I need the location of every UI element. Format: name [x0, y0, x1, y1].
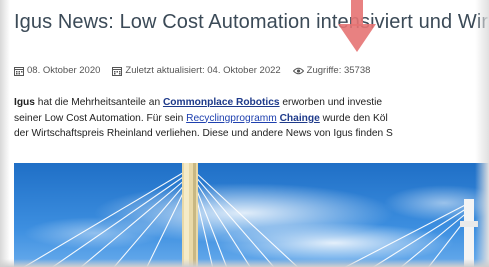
article-title: Igus News: Low Cost Automation intensivi… — [14, 11, 489, 33]
intro-text: wurde den Köl — [319, 112, 388, 124]
intro-text: hat die Mehrheitsanteile an — [34, 97, 163, 108]
company-name: Igus — [14, 97, 35, 108]
view-count-text: Zugriffe: 35738 — [306, 65, 371, 76]
updated-date: Zuletzt aktualisiert: 04. Oktober 2022 — [112, 65, 281, 76]
recyclingprogramm-link[interactable]: Recyclingprogramm — [186, 113, 277, 124]
shadow-edge — [0, 259, 489, 267]
shadow-edge — [0, 0, 10, 267]
eye-icon — [292, 67, 304, 74]
article-image — [14, 163, 489, 267]
intro-text: erworben und investie — [279, 97, 383, 108]
commonplace-robotics-link[interactable]: Commonplace Robotics — [163, 97, 280, 108]
intro-text: der Wirtschaftspreis Rheinland verliehen… — [14, 128, 393, 139]
bridge-photo — [14, 163, 489, 267]
calendar-edit-icon — [112, 66, 123, 76]
screenshot-frame: Igus News: Low Cost Automation intensivi… — [0, 0, 489, 267]
intro-line-2: seiner Low Cost Automation. Für sein Rec… — [14, 111, 489, 127]
view-count: Zugriffe: 35738 — [292, 65, 371, 76]
article-meta: 08. Oktober 2020 Zuletzt aktualisiert: 0… — [14, 65, 382, 76]
article-intro: Igus hat die Mehrheitsanteile an Commonp… — [14, 95, 489, 142]
published-date-text: 08. Oktober 2020 — [27, 65, 101, 76]
intro-line-3: der Wirtschaftspreis Rheinland verliehen… — [14, 126, 489, 142]
shadow-edge — [475, 0, 489, 267]
intro-text: seiner Low Cost Automation. Für sein — [14, 112, 187, 124]
calendar-icon — [14, 66, 24, 76]
arrow-down-icon — [336, 0, 378, 61]
published-date: 08. Oktober 2020 — [14, 65, 100, 76]
updated-date-text: Zuletzt aktualisiert: 04. Oktober 2022 — [125, 65, 281, 76]
intro-line-1: Igus hat die Mehrheitsanteile an Commonp… — [14, 95, 489, 111]
chainge-link[interactable]: Chainge — [280, 113, 320, 124]
